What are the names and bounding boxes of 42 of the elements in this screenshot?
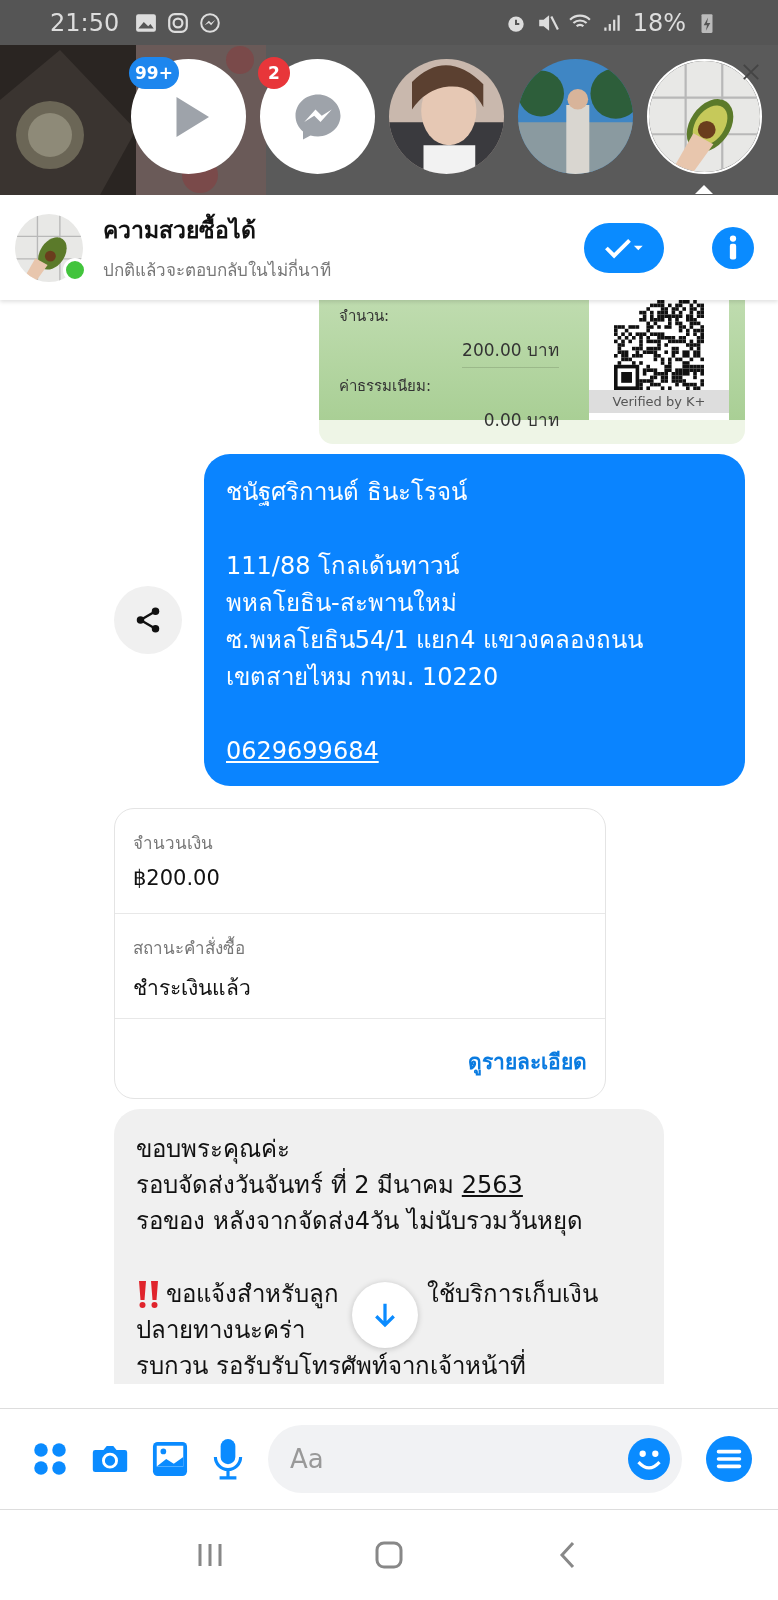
field-value: ฿200.00 [133,866,221,890]
message-text: 111/88 โกลเด้นทาวน์ [226,551,460,582]
message-text: พหลโยธิน-สะพานใหม่ [226,588,457,619]
camera-icon [167,11,190,34]
message-input[interactable]: Aa [268,1425,682,1493]
clock-time: 21:50 [50,8,120,37]
message-text: รอบจัดส่งวันจันทร์ ที่ 2 มีนาคม 2563 [136,1167,523,1203]
microphone-icon[interactable] [212,1438,244,1480]
fee-value: 0.00 บาท [483,409,559,432]
amount-value: 200.00 บาท [462,336,559,368]
menu-icon[interactable] [706,1436,752,1482]
phone-link[interactable]: 0629699684 [226,733,379,770]
fee-label: ค่าธรรมเนียม: [339,376,433,397]
gallery-icon[interactable] [152,1441,188,1477]
message-text: ซ.พหลโยธิน54/1 แยก4 แขวงคลองถนน [226,625,644,656]
home-icon[interactable] [374,1540,404,1570]
message-text: ชนัฐศริกานต์ ธินะโรจน์ [226,477,467,508]
apps-icon[interactable] [32,1441,68,1477]
message-text: ใช้บริการเก็บเงิน [427,1278,598,1310]
message-text: รบกวน รอรับรับโทรศัพท์จากเจ้าหน้าที่ [136,1348,526,1384]
image-icon [135,11,158,34]
message-text: ขอบพระคุณค่ะ [136,1134,290,1166]
field-label: จำนวนเงิน [133,832,214,855]
info-icon[interactable] [712,226,754,269]
emoji-icon[interactable] [628,1438,670,1480]
payment-slip[interactable]: จำนวน: 200.00 บาท ค่าธรรมเนียม: 0.00 บาท Verified by K+ [319,300,745,444]
chat-bubble-icon [199,11,222,34]
view-details-link[interactable]: ดูรายละเอียด [468,1045,587,1078]
amount-label: จำนวน: [339,306,391,327]
message-text: ปลายทางนะคร่า [136,1315,305,1346]
close-icon[interactable] [742,63,760,81]
mark-done-button[interactable] [584,222,664,273]
verified-caption: Verified by K+ [589,390,729,413]
field-value: ชำระเงินแล้ว [133,975,252,1002]
message-text: รอของ หลังจากจัดส่ง4วัน ไม่นับรวมวันหยุด [136,1206,583,1238]
year-link[interactable]: 2563 [461,1171,523,1199]
message-text: ขอแจ้งสำหรับลูก [166,1279,339,1311]
message-text: เขตสายไหม กทม. 10220 [226,662,499,693]
battery-percentage: 18% [632,8,686,37]
contact-name: ความสวยซื้อได้ [103,212,564,248]
response-time-text: ปกติแล้วจะตอบกลับในไม่กี่นาที [103,257,332,282]
field-label: สถานะคำสั่งซื้อ [133,935,246,960]
